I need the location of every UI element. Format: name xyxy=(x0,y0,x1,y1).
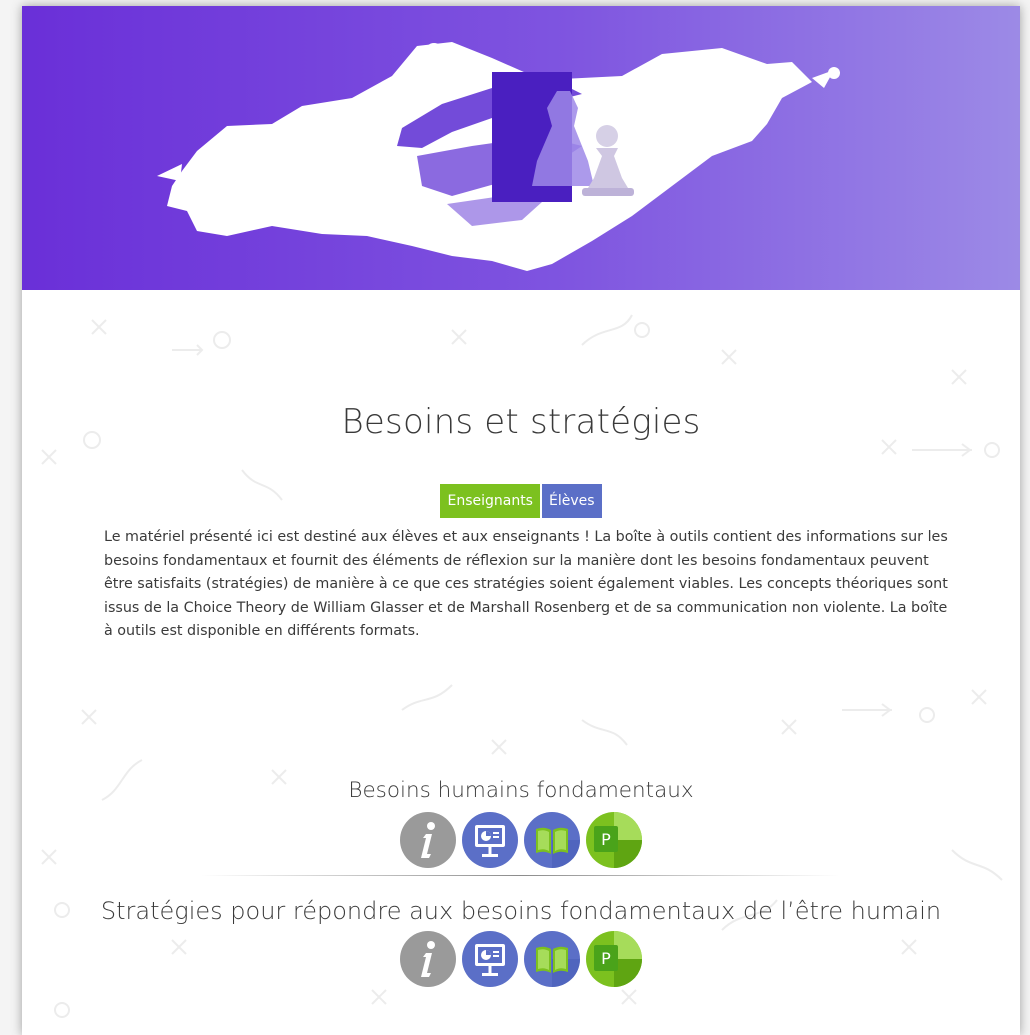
section-icons-strategies: P xyxy=(22,931,1020,987)
audience-tags: Enseignants Élèves xyxy=(22,484,1020,518)
section-divider xyxy=(200,875,840,876)
content-card: Besoins et stratégies Enseignants Élèves… xyxy=(22,6,1020,1035)
header-banner xyxy=(22,6,1020,290)
presentation-icon[interactable] xyxy=(462,931,518,987)
powerpoint-icon[interactable]: P xyxy=(586,812,642,868)
info-icon[interactable] xyxy=(400,931,456,987)
tag-eleves[interactable]: Élèves xyxy=(541,484,602,518)
svg-text:P: P xyxy=(601,949,611,968)
chess-paint-splash-image xyxy=(157,42,840,271)
presentation-icon[interactable] xyxy=(462,812,518,868)
powerpoint-icon[interactable]: P xyxy=(586,931,642,987)
info-icon[interactable] xyxy=(400,812,456,868)
tag-enseignants[interactable]: Enseignants xyxy=(440,484,540,518)
book-icon[interactable] xyxy=(524,931,580,987)
page-title: Besoins et stratégies xyxy=(341,402,701,442)
section-title-strategies: Stratégies pour répondre aux besoins fon… xyxy=(100,897,942,925)
svg-text:P: P xyxy=(601,830,611,849)
book-icon[interactable] xyxy=(524,812,580,868)
section-title-besoins: Besoins humains fondamentaux xyxy=(348,778,694,803)
description-text: Le matériel présenté ici est destiné aux… xyxy=(104,529,948,639)
section-icons-besoins: P xyxy=(22,812,1020,868)
